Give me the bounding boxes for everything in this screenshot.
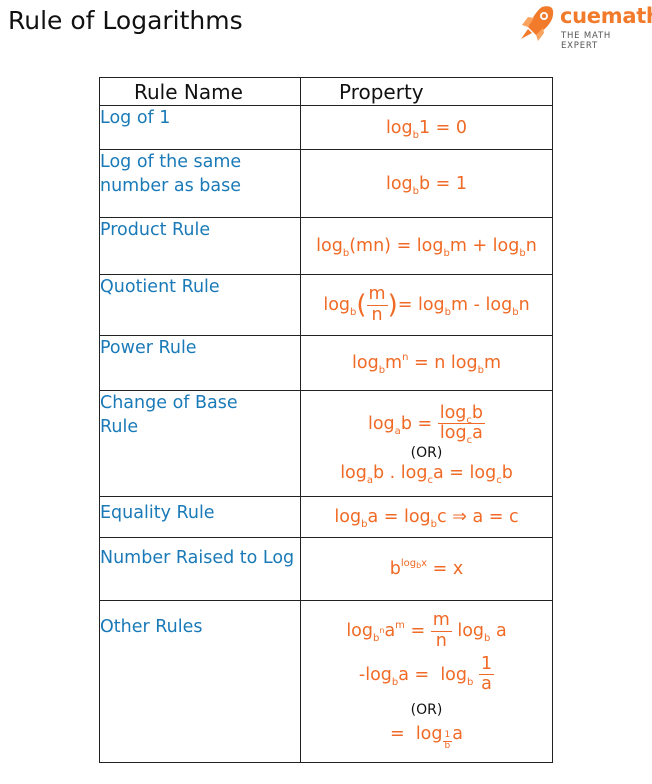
table-row: Product Rule logb(mn) = logbm + logbn [99, 217, 553, 275]
table-row: Other Rules logbnam = mn logb a -logba =… [99, 600, 553, 763]
table-row: Change of Base Rule logab = logcb logca (… [99, 390, 553, 497]
rule-name: Change of Base Rule [99, 390, 301, 497]
rule-name: Other Rules [99, 600, 301, 763]
rule-property: logb(m n)= logbm - logbn [300, 274, 553, 336]
cuemath-logo[interactable]: cuemath THE MATH EXPERT [516, 3, 652, 51]
table-row: Log of 1 logb1 = 0 [99, 105, 553, 150]
rule-property: logb(mn) = logbm + logbn [300, 217, 553, 275]
page-title: Rule of Logarithms [8, 6, 243, 35]
table-row: Number Raised to Log blogbx = x [99, 537, 553, 601]
logo-wordmark: cuemath [560, 4, 652, 28]
rule-property: logbb = 1 [300, 149, 553, 218]
rule-name: Log of the same number as base [99, 149, 301, 218]
rule-property: blogbx = x [300, 537, 553, 601]
rule-name: Quotient Rule [99, 274, 301, 336]
rule-property: logbmn = n logbm [300, 335, 553, 391]
column-header-rule-name: Rule Name [99, 77, 301, 106]
column-header-property: Property [300, 77, 553, 106]
rule-property: logb1 = 0 [300, 105, 553, 150]
logarithm-rules-table: Rule Name Property Log of 1 logb1 = 0 Lo… [99, 77, 553, 763]
rule-property: logbnam = mn logb a -logba = logb 1a (OR… [300, 600, 553, 763]
logo-tagline: THE MATH EXPERT [561, 31, 612, 51]
table-row: Power Rule logbmn = n logbm [99, 335, 553, 391]
rule-property: logab = logcb logca (OR) logab . logca = … [300, 390, 553, 497]
rule-name: Equality Rule [99, 496, 301, 538]
rule-property: logba = logbc ⇒ a = c [300, 496, 553, 538]
table-row: Quotient Rule logb(m n)= logbm - logbn [99, 274, 553, 336]
table-row: Log of the same number as base logbb = 1 [99, 149, 553, 218]
rule-name: Log of 1 [99, 105, 301, 150]
rule-name: Number Raised to Log [99, 537, 301, 601]
rule-name: Power Rule [99, 335, 301, 391]
rocket-icon [521, 6, 554, 41]
rule-name: Product Rule [99, 217, 301, 275]
table-row: Equality Rule logba = logbc ⇒ a = c [99, 496, 553, 538]
table-header-row: Rule Name Property [99, 77, 553, 106]
